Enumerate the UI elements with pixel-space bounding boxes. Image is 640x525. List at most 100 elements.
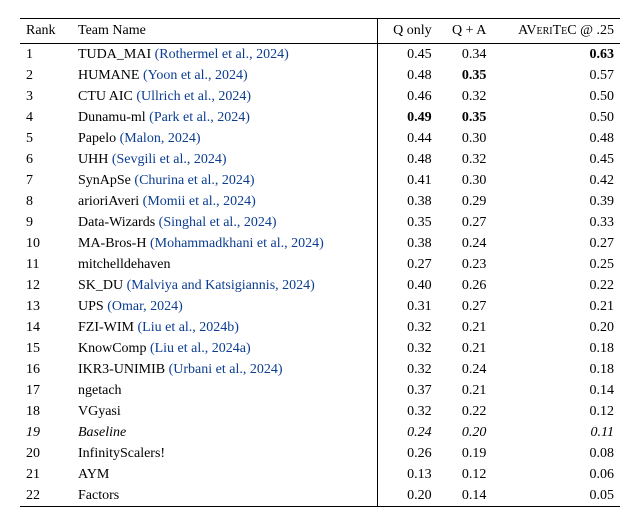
table-row: 16IKR3-UNIMIB (Urbani et al., 2024)0.320… [20, 359, 620, 380]
cell-rank: 14 [20, 317, 72, 338]
cell-averitec: 0.20 [492, 317, 620, 338]
cell-rank: 21 [20, 464, 72, 485]
table-row: 11mitchelldehaven0.270.230.25 [20, 254, 620, 275]
cell-team: MA-Bros-H (Mohammadkhani et al., 2024) [72, 233, 377, 254]
table-row: 7SynApSe (Churina et al., 2024)0.410.300… [20, 170, 620, 191]
table-row: 12SK_DU (Malviya and Katsigiannis, 2024)… [20, 275, 620, 296]
team-name: Papelo [78, 131, 116, 146]
table-row: 9Data-Wizards (Singhal et al., 2024)0.35… [20, 212, 620, 233]
cell-q-only: 0.35 [377, 212, 437, 233]
cell-q-only: 0.13 [377, 464, 437, 485]
team-name: IKR3-UNIMIB [78, 362, 165, 377]
col-av-smallcaps: AVeriTeC [518, 23, 577, 38]
cell-averitec: 0.18 [492, 359, 620, 380]
table-row: 21AYM0.130.120.06 [20, 464, 620, 485]
cell-averitec: 0.48 [492, 128, 620, 149]
citation-link[interactable]: (Omar, 2024) [107, 299, 183, 314]
citation-link[interactable]: (Sevgili et al., 2024) [112, 152, 227, 167]
cell-team: arioriAveri (Momii et al., 2024) [72, 191, 377, 212]
cell-rank: 8 [20, 191, 72, 212]
table-row: 22Factors0.200.140.05 [20, 485, 620, 507]
citation-link[interactable]: (Ullrich et al., 2024) [136, 89, 251, 104]
table-row: 19Baseline0.240.200.11 [20, 422, 620, 443]
cell-rank: 17 [20, 380, 72, 401]
cell-q-only: 0.32 [377, 359, 437, 380]
cell-team: Dunamu-ml (Park et al., 2024) [72, 107, 377, 128]
cell-q-only: 0.38 [377, 191, 437, 212]
cell-q-only: 0.31 [377, 296, 437, 317]
cell-q-plus-a: 0.23 [438, 254, 493, 275]
cell-q-plus-a: 0.14 [438, 485, 493, 507]
cell-averitec: 0.57 [492, 65, 620, 86]
team-name: HUMANE [78, 68, 139, 83]
cell-q-only: 0.48 [377, 149, 437, 170]
cell-q-plus-a: 0.35 [438, 65, 493, 86]
citation-link[interactable]: (Malon, 2024) [120, 131, 201, 146]
citation-link[interactable]: (Mohammadkhani et al., 2024) [150, 236, 324, 251]
cell-rank: 22 [20, 485, 72, 507]
cell-rank: 6 [20, 149, 72, 170]
citation-link[interactable]: (Urbani et al., 2024) [169, 362, 283, 377]
cell-team: Papelo (Malon, 2024) [72, 128, 377, 149]
table-row: 14FZI-WIM (Liu et al., 2024b)0.320.210.2… [20, 317, 620, 338]
cell-team: Baseline [72, 422, 377, 443]
team-name: Data-Wizards [78, 215, 155, 230]
cell-q-only: 0.45 [377, 44, 437, 66]
cell-team: TUDA_MAI (Rothermel et al., 2024) [72, 44, 377, 66]
cell-q-only: 0.41 [377, 170, 437, 191]
cell-q-only: 0.27 [377, 254, 437, 275]
col-q: Q only [377, 19, 437, 44]
citation-link[interactable]: (Park et al., 2024) [149, 110, 250, 125]
team-name: MA-Bros-H [78, 236, 146, 251]
cell-q-plus-a: 0.21 [438, 380, 493, 401]
table-row: 2HUMANE (Yoon et al., 2024)0.480.350.57 [20, 65, 620, 86]
citation-link[interactable]: (Momii et al., 2024) [143, 194, 256, 209]
citation-link[interactable]: (Liu et al., 2024a) [150, 341, 251, 356]
cell-team: VGyasi [72, 401, 377, 422]
team-name: TUDA_MAI [78, 47, 151, 62]
cell-q-plus-a: 0.21 [438, 338, 493, 359]
cell-q-plus-a: 0.12 [438, 464, 493, 485]
table-row: 8arioriAveri (Momii et al., 2024)0.380.2… [20, 191, 620, 212]
team-name: KnowComp [78, 341, 146, 356]
cell-q-only: 0.24 [377, 422, 437, 443]
team-name: CTU AIC [78, 89, 133, 104]
cell-averitec: 0.12 [492, 401, 620, 422]
citation-link[interactable]: (Malviya and Katsigiannis, 2024) [127, 278, 315, 293]
cell-q-only: 0.40 [377, 275, 437, 296]
cell-averitec: 0.50 [492, 107, 620, 128]
citation-link[interactable]: (Yoon et al., 2024) [143, 68, 248, 83]
citation-link[interactable]: (Liu et al., 2024b) [138, 320, 239, 335]
table-row: 1TUDA_MAI (Rothermel et al., 2024)0.450.… [20, 44, 620, 66]
team-name: mitchelldehaven [78, 257, 171, 272]
cell-team: HUMANE (Yoon et al., 2024) [72, 65, 377, 86]
citation-link[interactable]: (Singhal et al., 2024) [159, 215, 277, 230]
cell-team: SynApSe (Churina et al., 2024) [72, 170, 377, 191]
cell-team: mitchelldehaven [72, 254, 377, 275]
team-name: VGyasi [78, 404, 121, 419]
team-name: UHH [78, 152, 108, 167]
citation-link[interactable]: (Rothermel et al., 2024) [155, 47, 289, 62]
team-name: UPS [78, 299, 104, 314]
cell-rank: 10 [20, 233, 72, 254]
cell-q-plus-a: 0.26 [438, 275, 493, 296]
cell-q-only: 0.32 [377, 338, 437, 359]
cell-q-only: 0.37 [377, 380, 437, 401]
table-row: 18VGyasi0.320.220.12 [20, 401, 620, 422]
cell-averitec: 0.27 [492, 233, 620, 254]
team-name: Factors [78, 488, 119, 503]
cell-averitec: 0.45 [492, 149, 620, 170]
cell-rank: 12 [20, 275, 72, 296]
cell-team: SK_DU (Malviya and Katsigiannis, 2024) [72, 275, 377, 296]
col-rank: Rank [20, 19, 72, 44]
cell-team: InfinityScalers! [72, 443, 377, 464]
cell-averitec: 0.39 [492, 191, 620, 212]
cell-averitec: 0.06 [492, 464, 620, 485]
cell-q-plus-a: 0.29 [438, 191, 493, 212]
citation-link[interactable]: (Churina et al., 2024) [134, 173, 254, 188]
col-av-tail: @ .25 [577, 23, 614, 38]
cell-rank: 18 [20, 401, 72, 422]
cell-averitec: 0.63 [492, 44, 620, 66]
table-row: 15KnowComp (Liu et al., 2024a)0.320.210.… [20, 338, 620, 359]
cell-q-plus-a: 0.32 [438, 86, 493, 107]
